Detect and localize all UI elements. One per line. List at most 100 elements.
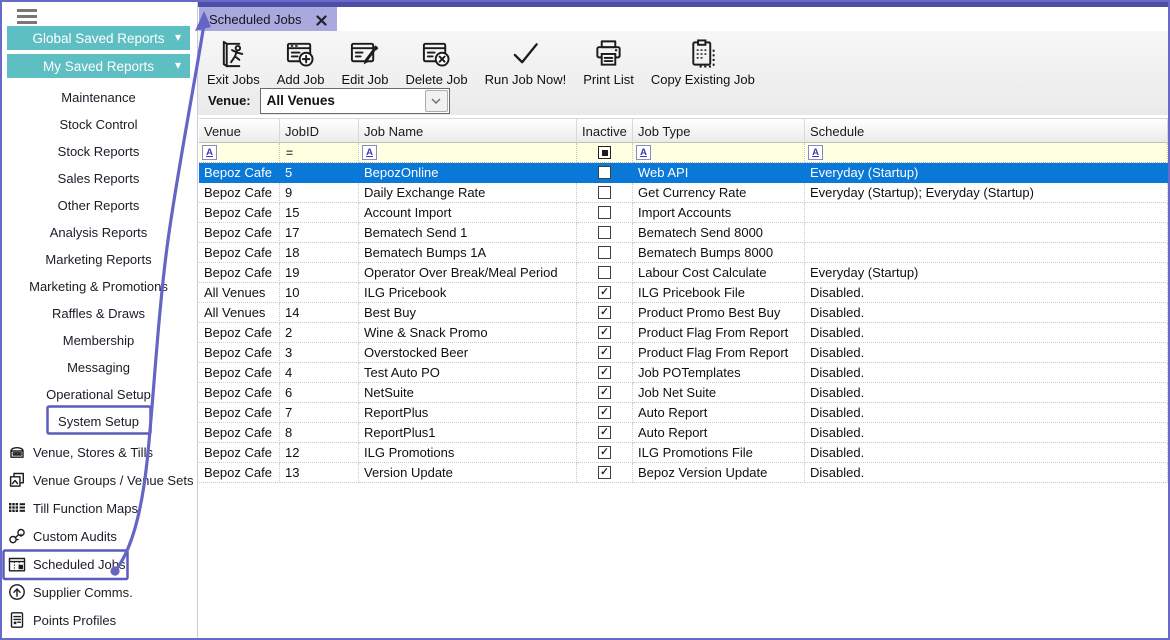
inactive-checkbox[interactable]: ✓ — [598, 446, 611, 459]
filter-cell-inactive[interactable] — [577, 143, 633, 163]
table-row[interactable]: All Venues14Best Buy✓Product Promo Best … — [199, 303, 1168, 323]
column-header-venue[interactable]: Venue — [199, 118, 280, 143]
sidebar-item-label: Points Profiles — [33, 613, 116, 628]
checkbox-indeterminate-icon[interactable] — [598, 146, 611, 159]
inactive-checkbox[interactable]: ✓ — [598, 326, 611, 339]
sidebar-item-marketing-promotions[interactable]: Marketing & Promotions — [0, 273, 197, 300]
table-row[interactable]: Bepoz Cafe4Test Auto PO✓Job POTemplatesD… — [199, 363, 1168, 383]
sidebar-item-stock-control[interactable]: Stock Control — [0, 111, 197, 138]
cell-inactive: ✓ — [577, 323, 633, 343]
cell-inactive: ✓ — [577, 383, 633, 403]
points-profiles-icon — [8, 611, 26, 629]
run-job-now-icon — [509, 36, 541, 70]
filter-cell-venue[interactable]: A — [199, 143, 280, 163]
sidebar-item-maintenance[interactable]: Maintenance — [0, 84, 197, 111]
column-header-schedule[interactable]: Schedule — [805, 118, 1168, 143]
filter-cell-jobid[interactable]: = — [280, 143, 359, 163]
inactive-checkbox[interactable]: ✓ — [598, 346, 611, 359]
sidebar-item-points-profiles[interactable]: Points Profiles — [8, 610, 197, 630]
table-row[interactable]: Bepoz Cafe7ReportPlus✓Auto ReportDisable… — [199, 403, 1168, 423]
filter-cell-job-name[interactable]: A — [359, 143, 577, 163]
cell-inactive: ✓ — [577, 443, 633, 463]
column-header-inactive[interactable]: Inactive — [577, 118, 633, 143]
inactive-checkbox[interactable] — [598, 266, 611, 279]
column-header-jobid[interactable]: JobID — [280, 118, 359, 143]
custom-audits-icon — [8, 527, 26, 545]
inactive-checkbox[interactable]: ✓ — [598, 286, 611, 299]
table-row[interactable]: Bepoz Cafe18Bematech Bumps 1ABematech Bu… — [199, 243, 1168, 263]
table-row[interactable]: Bepoz Cafe5BepozOnlineWeb APIEveryday (S… — [199, 163, 1168, 183]
run-job-now-button[interactable]: Run Job Now! — [483, 35, 569, 88]
text-filter-icon[interactable]: A — [808, 145, 823, 160]
sidebar: Global Saved Reports ▾ My Saved Reports … — [0, 0, 198, 640]
sidebar-item-stock-reports[interactable]: Stock Reports — [0, 138, 197, 165]
close-icon[interactable] — [316, 14, 327, 25]
cell-job-name: NetSuite — [359, 383, 577, 403]
sidebar-item-operational-setup[interactable]: Operational Setup — [0, 381, 197, 408]
sidebar-item-marketing-reports[interactable]: Marketing Reports — [0, 246, 197, 273]
edit-job-button[interactable]: Edit Job — [339, 35, 390, 88]
table-row[interactable]: Bepoz Cafe6NetSuite✓Job Net SuiteDisable… — [199, 383, 1168, 403]
sidebar-item-venue-stores-tills[interactable]: Venue, Stores & Tills — [8, 442, 197, 462]
cell-job-name: ReportPlus1 — [359, 423, 577, 443]
inactive-checkbox[interactable]: ✓ — [598, 406, 611, 419]
sidebar-item-till-function-maps[interactable]: Till Function Maps — [8, 498, 197, 518]
sidebar-item-scheduled-jobs[interactable]: Scheduled Jobs — [8, 554, 197, 574]
sidebar-item-analysis-reports[interactable]: Analysis Reports — [0, 219, 197, 246]
tab-scheduled-jobs[interactable]: Scheduled Jobs — [199, 7, 337, 31]
inactive-checkbox[interactable]: ✓ — [598, 306, 611, 319]
sidebar-section-my-saved-reports[interactable]: My Saved Reports ▾ — [7, 54, 190, 78]
sidebar-section-global-saved-reports[interactable]: Global Saved Reports ▾ — [7, 26, 190, 50]
cell-schedule — [805, 203, 1168, 223]
chevron-down-icon[interactable] — [425, 90, 448, 112]
table-row[interactable]: Bepoz Cafe15Account ImportImport Account… — [199, 203, 1168, 223]
inactive-checkbox[interactable] — [598, 226, 611, 239]
text-filter-icon[interactable]: A — [362, 145, 377, 160]
add-job-button[interactable]: Add Job — [275, 35, 327, 88]
exit-jobs-button[interactable]: Exit Jobs — [205, 35, 262, 88]
sidebar-item-membership[interactable]: Membership — [0, 327, 197, 354]
equals-filter-icon[interactable]: = — [286, 146, 293, 160]
table-row[interactable]: Bepoz Cafe13Version Update✓Bepoz Version… — [199, 463, 1168, 483]
table-row[interactable]: Bepoz Cafe3Overstocked Beer✓Product Flag… — [199, 343, 1168, 363]
delete-job-button[interactable]: Delete Job — [403, 35, 469, 88]
sidebar-item-other-reports[interactable]: Other Reports — [0, 192, 197, 219]
copy-existing-job-button[interactable]: Copy Existing Job — [649, 35, 757, 88]
cell-jobid: 9 — [280, 183, 359, 203]
text-filter-icon[interactable]: A — [202, 145, 217, 160]
copy-existing-job-icon — [687, 36, 719, 70]
text-filter-icon[interactable]: A — [636, 145, 651, 160]
inactive-checkbox[interactable] — [598, 186, 611, 199]
print-list-button[interactable]: Print List — [581, 35, 636, 88]
sidebar-item-raffles-draws[interactable]: Raffles & Draws — [0, 300, 197, 327]
table-row[interactable]: Bepoz Cafe17Bematech Send 1Bematech Send… — [199, 223, 1168, 243]
sidebar-item-sales-reports[interactable]: Sales Reports — [0, 165, 197, 192]
table-row[interactable]: Bepoz Cafe12ILG Promotions✓ILG Promotion… — [199, 443, 1168, 463]
table-row[interactable]: Bepoz Cafe19Operator Over Break/Meal Per… — [199, 263, 1168, 283]
inactive-checkbox[interactable]: ✓ — [598, 466, 611, 479]
sidebar-item-system-setup[interactable]: System Setup — [0, 408, 197, 435]
table-row[interactable]: Bepoz Cafe2Wine & Snack Promo✓Product Fl… — [199, 323, 1168, 343]
sidebar-report-items: MaintenanceStock ControlStock ReportsSal… — [0, 84, 197, 435]
inactive-checkbox[interactable]: ✓ — [598, 426, 611, 439]
cell-schedule: Disabled. — [805, 463, 1168, 483]
sidebar-item-custom-audits[interactable]: Custom Audits — [8, 526, 197, 546]
cell-schedule: Disabled. — [805, 403, 1168, 423]
column-header-job-type[interactable]: Job Type — [633, 118, 805, 143]
hamburger-menu-icon[interactable] — [17, 9, 37, 24]
inactive-checkbox[interactable] — [598, 246, 611, 259]
filter-cell-schedule[interactable]: A — [805, 143, 1168, 163]
table-row[interactable]: All Venues10ILG Pricebook✓ILG Pricebook … — [199, 283, 1168, 303]
table-row[interactable]: Bepoz Cafe9Daily Exchange RateGet Curren… — [199, 183, 1168, 203]
column-header-job-name[interactable]: Job Name — [359, 118, 577, 143]
sidebar-item-messaging[interactable]: Messaging — [0, 354, 197, 381]
table-row[interactable]: Bepoz Cafe8ReportPlus1✓Auto ReportDisabl… — [199, 423, 1168, 443]
filter-cell-job-type[interactable]: A — [633, 143, 805, 163]
sidebar-item-venue-groups-venue-sets[interactable]: Venue Groups / Venue Sets — [8, 470, 197, 490]
sidebar-item-supplier-comms[interactable]: Supplier Comms. — [8, 582, 197, 602]
inactive-checkbox[interactable]: ✓ — [598, 386, 611, 399]
inactive-checkbox[interactable] — [598, 166, 611, 179]
inactive-checkbox[interactable] — [598, 206, 611, 219]
venue-select[interactable]: All Venues — [260, 88, 450, 114]
inactive-checkbox[interactable]: ✓ — [598, 366, 611, 379]
